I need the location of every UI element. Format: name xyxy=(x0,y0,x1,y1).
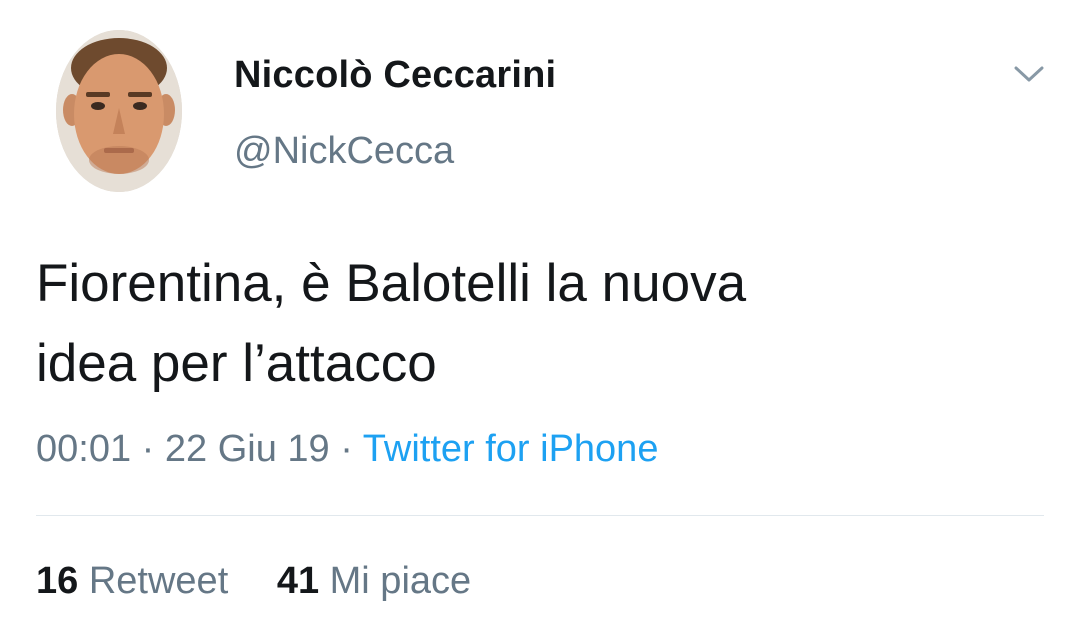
tweet-date[interactable]: 22 Giu 19 xyxy=(165,428,330,470)
tweet-text-line: Fiorentina, è Balotelli la nuova xyxy=(36,254,747,313)
tweet-time[interactable]: 00:01 xyxy=(36,428,131,470)
likes-count: 41 xyxy=(276,560,320,602)
chevron-down-icon[interactable] xyxy=(1012,62,1046,86)
tweet-stats: 16 Retweet 41 Mi piace xyxy=(36,560,471,603)
tweet-text-line: idea per l’attacco xyxy=(36,334,437,393)
display-name[interactable]: Niccolò Ceccarini xyxy=(234,54,556,97)
tweet-meta: 00:01 · 22 Giu 19 · Twitter for iPhone xyxy=(36,428,658,471)
avatar[interactable] xyxy=(56,30,182,192)
user-handle[interactable]: @NickCecca xyxy=(234,130,454,173)
likes-stat[interactable]: 41 Mi piace xyxy=(277,560,471,603)
divider xyxy=(36,515,1044,516)
profile-photo xyxy=(56,30,182,192)
retweets-label: Retweet xyxy=(88,560,229,602)
meta-separator: · xyxy=(141,428,155,470)
retweets-stat[interactable]: 16 Retweet xyxy=(36,560,228,603)
meta-separator: · xyxy=(340,428,353,470)
tweet-text: Fiorentina, è Balotelli la nuova idea pe… xyxy=(36,244,1036,404)
likes-label: Mi piace xyxy=(329,560,472,602)
tweet-source-link[interactable]: Twitter for iPhone xyxy=(363,428,659,470)
retweets-count: 16 xyxy=(36,560,79,602)
